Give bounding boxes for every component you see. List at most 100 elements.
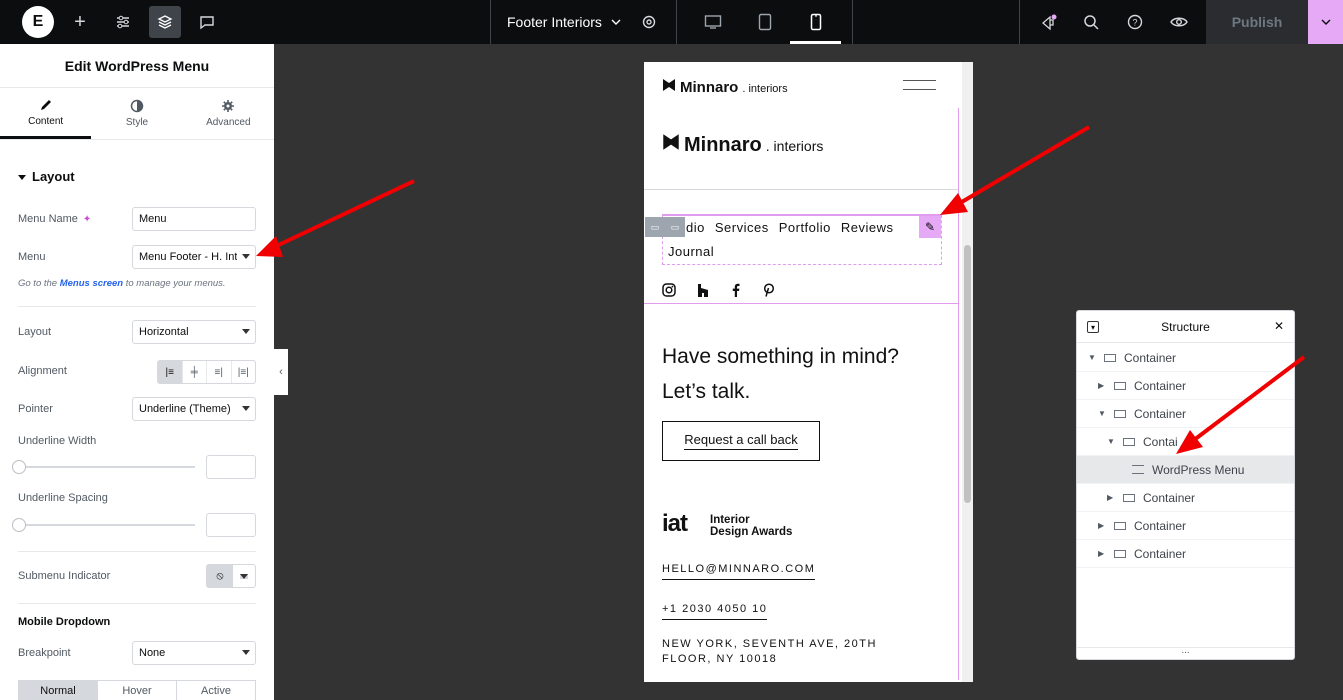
- underline-spacing-label: Underline Spacing: [18, 492, 108, 504]
- submenu-indicator-picker[interactable]: ⦸: [206, 564, 256, 588]
- top-bar: E + Footer Interiors ? Publish: [0, 0, 1343, 44]
- structure-item-label: Container: [1143, 490, 1196, 505]
- scrollbar-thumb[interactable]: [964, 245, 971, 503]
- separator: [490, 0, 491, 44]
- structure-item[interactable]: ▶ Container: [1077, 372, 1294, 400]
- preview-scrollbar[interactable]: [962, 62, 973, 682]
- caret-right-icon[interactable]: ▶: [1098, 521, 1104, 530]
- layout-section-toggle[interactable]: Layout: [18, 169, 75, 184]
- tab-active[interactable]: Active: [177, 681, 255, 700]
- email-link[interactable]: HELLO@MINNARO.COM: [662, 563, 816, 580]
- site-settings-icon[interactable]: [636, 0, 662, 44]
- align-left-icon[interactable]: |≡: [158, 361, 183, 383]
- structure-title: Structure: [1161, 319, 1210, 334]
- edit-widget-pencil-icon[interactable]: ✎: [919, 216, 941, 238]
- help-icon[interactable]: ?: [1122, 0, 1148, 44]
- close-icon[interactable]: ✕: [1274, 319, 1284, 333]
- tab-content[interactable]: Content: [0, 88, 92, 139]
- container-icon: [1114, 521, 1126, 530]
- gear-icon: [222, 100, 235, 112]
- slider-handle[interactable]: [12, 460, 26, 474]
- hamburger-menu-icon[interactable]: [903, 80, 936, 90]
- breakpoint-select[interactable]: None: [132, 641, 256, 665]
- tab-style[interactable]: Style: [91, 88, 182, 139]
- phone-link[interactable]: +1 2030 4050 10: [662, 603, 768, 620]
- caret-right-icon[interactable]: ▶: [1107, 493, 1113, 502]
- align-justify-icon[interactable]: |≡|: [232, 361, 256, 383]
- underline-width-row: Underline Width: [18, 434, 256, 448]
- structure-item[interactable]: ▼ Container: [1077, 344, 1294, 372]
- settings-sliders-icon[interactable]: [107, 0, 139, 44]
- publish-button[interactable]: Publish: [1206, 0, 1308, 44]
- chevron-down-icon: [242, 406, 250, 411]
- caret-down-icon[interactable]: ▼: [1107, 437, 1115, 446]
- menu-item[interactable]: Portfolio: [779, 220, 831, 235]
- footer-logo[interactable]: Minnaro . interiors: [662, 133, 823, 157]
- header-logo[interactable]: Minnaro . interiors: [662, 78, 788, 96]
- notifications-icon[interactable]: [1036, 0, 1062, 44]
- request-call-back-button[interactable]: Request a call back: [662, 421, 820, 461]
- facebook-icon[interactable]: [729, 283, 743, 300]
- underline-width-slider[interactable]: [12, 460, 195, 474]
- structure-item-label: Container: [1134, 378, 1187, 393]
- mobile-dropdown-label: Mobile Dropdown: [18, 616, 111, 628]
- resize-handle[interactable]: ...: [1077, 646, 1294, 659]
- hint-prefix: Go to the: [18, 278, 60, 289]
- structure-item[interactable]: ▶ Container: [1077, 512, 1294, 540]
- instagram-icon[interactable]: [662, 283, 676, 300]
- search-icon[interactable]: [1078, 0, 1104, 44]
- menu-item[interactable]: Services: [715, 220, 769, 235]
- tab-normal[interactable]: Normal: [19, 681, 98, 700]
- ai-sparkle-icon[interactable]: ✦: [83, 214, 91, 225]
- container-icon[interactable]: ▭: [651, 222, 660, 233]
- structure-item-selected[interactable]: WordPress Menu: [1077, 456, 1294, 484]
- underline-spacing-slider[interactable]: [12, 518, 195, 532]
- underline-width-input[interactable]: [206, 455, 256, 479]
- houzz-icon[interactable]: [696, 283, 710, 300]
- tab-hover[interactable]: Hover: [98, 681, 177, 700]
- collapse-panel-icon[interactable]: ‹: [274, 349, 288, 395]
- align-center-icon[interactable]: ╪: [183, 361, 207, 383]
- menu-select[interactable]: Menu Footer - H. Interiors: [132, 245, 256, 269]
- caret-down-icon[interactable]: ▼: [1098, 409, 1106, 418]
- caret-right-icon[interactable]: ▶: [1098, 549, 1104, 558]
- structure-item[interactable]: ▶ Container: [1077, 484, 1294, 512]
- tab-advanced[interactable]: Advanced: [183, 88, 274, 139]
- menu-item[interactable]: dio: [686, 220, 705, 235]
- hint-suffix: to manage your menus.: [123, 278, 226, 289]
- pointer-select[interactable]: Underline (Theme): [132, 397, 256, 421]
- caret-down-icon[interactable]: ▼: [1088, 353, 1096, 362]
- separator: [1019, 0, 1020, 44]
- menu-name-input[interactable]: Menu: [132, 207, 256, 231]
- preview-eye-icon[interactable]: [1166, 0, 1192, 44]
- structure-item[interactable]: ▼ Container: [1077, 400, 1294, 428]
- container-handle[interactable]: ▭ ▭: [645, 217, 685, 237]
- menu-select-value: Menu Footer - H. Interiors: [139, 251, 237, 263]
- structure-layers-icon[interactable]: [149, 6, 181, 38]
- align-right-icon[interactable]: ≡|: [207, 361, 232, 383]
- submenu-indicator-dropdown[interactable]: [233, 565, 255, 587]
- elementor-logo-button[interactable]: E: [22, 6, 54, 38]
- breakpoint-label: Breakpoint: [18, 647, 71, 659]
- tablet-icon[interactable]: [752, 0, 778, 44]
- menus-screen-link[interactable]: Menus screen: [60, 278, 123, 289]
- structure-item[interactable]: ▼ Contai: [1077, 428, 1294, 456]
- slider-handle[interactable]: [12, 518, 26, 532]
- underline-spacing-input[interactable]: [206, 513, 256, 537]
- desktop-icon[interactable]: [700, 0, 726, 44]
- logo-letter: E: [32, 13, 44, 30]
- structure-item[interactable]: ▶ Container: [1077, 540, 1294, 568]
- container-icon[interactable]: ▭: [671, 222, 680, 233]
- comments-icon[interactable]: [191, 0, 223, 44]
- document-title-dropdown[interactable]: Footer Interiors: [507, 0, 622, 44]
- address-line: NEW YORK, SEVENTH AVE, 20TH: [662, 638, 877, 650]
- pinterest-icon[interactable]: [762, 283, 776, 300]
- add-icon[interactable]: +: [64, 0, 96, 44]
- menu-item[interactable]: Journal: [668, 244, 714, 259]
- collapse-all-icon[interactable]: ▾: [1087, 321, 1099, 333]
- caret-right-icon[interactable]: ▶: [1098, 381, 1104, 390]
- menu-item[interactable]: Reviews: [841, 220, 894, 235]
- mobile-icon[interactable]: [803, 0, 829, 44]
- publish-options-button[interactable]: [1308, 0, 1343, 44]
- layout-select[interactable]: Horizontal: [132, 320, 256, 344]
